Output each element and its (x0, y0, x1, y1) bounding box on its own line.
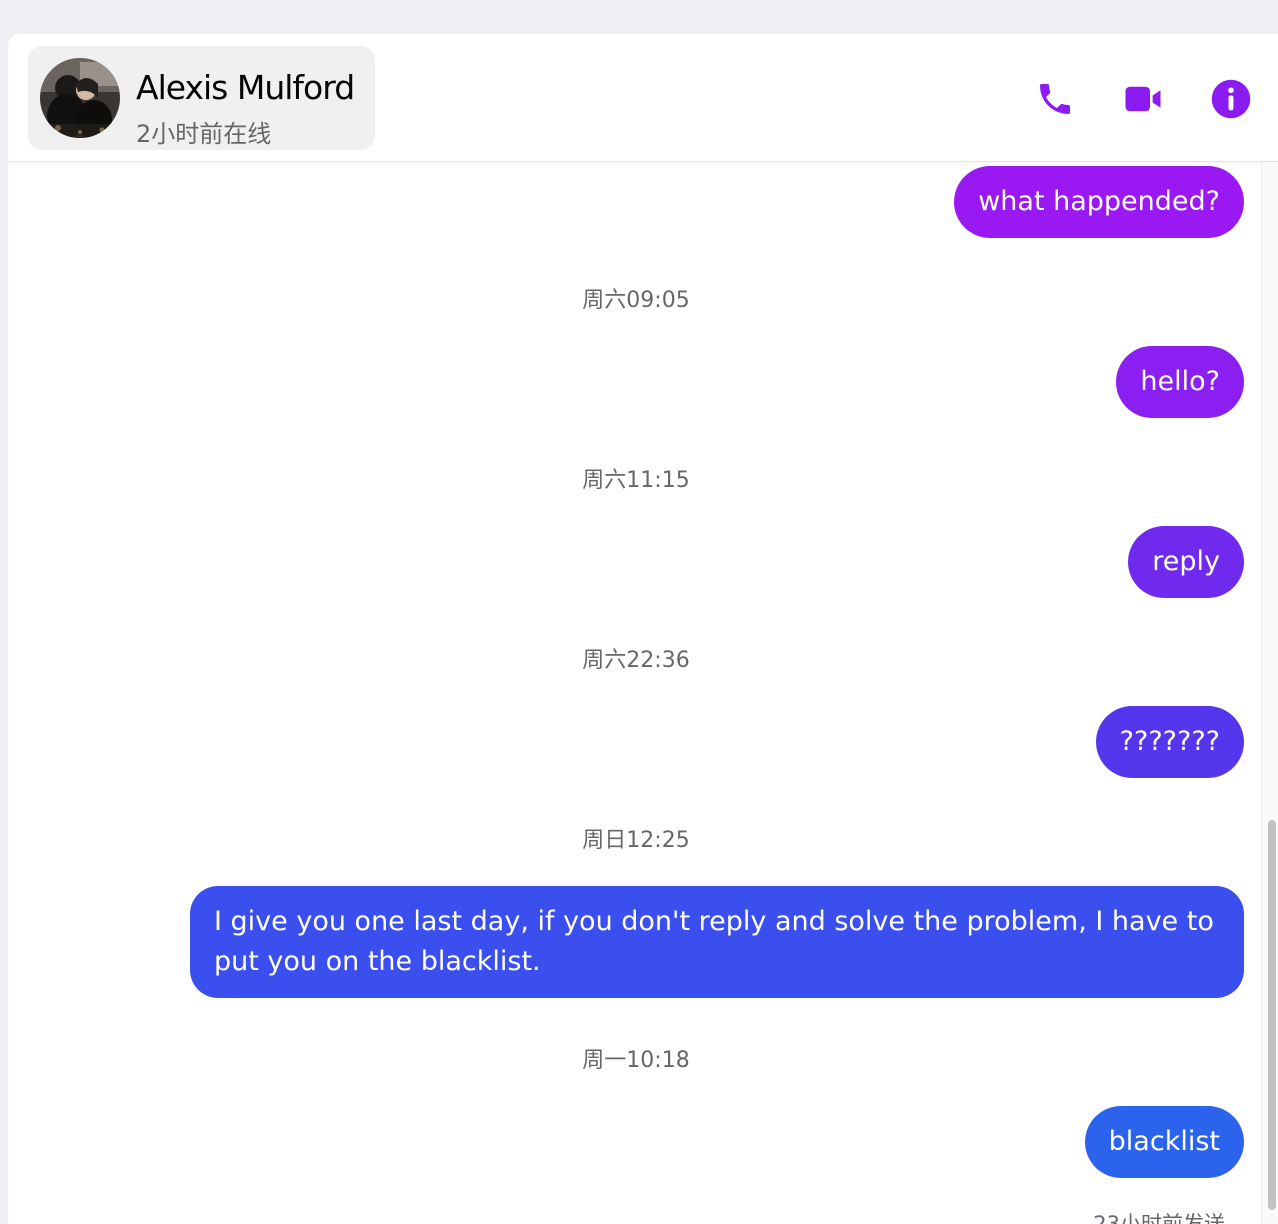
video-call-button[interactable] (1121, 77, 1165, 121)
timestamp: 周日12:25 (582, 828, 690, 853)
message-bubble[interactable]: reply (1128, 526, 1244, 598)
timestamp: 周六22:36 (582, 648, 690, 673)
message-bubble[interactable]: I give you one last day, if you don't re… (190, 886, 1244, 998)
video-camera-icon (1125, 86, 1161, 112)
contact-card[interactable]: Alexis Mulford 2小时前在线 (28, 46, 375, 150)
contact-status: 2小时前在线 (136, 120, 272, 148)
scrollbar[interactable] (1261, 162, 1278, 1224)
timestamp: 周六09:05 (582, 288, 690, 313)
call-button[interactable] (1033, 77, 1077, 121)
scrollbar-thumb[interactable] (1268, 820, 1276, 1210)
chat-header: Alexis Mulford 2小时前在线 (8, 34, 1278, 162)
info-icon (1211, 79, 1251, 119)
timestamp: 周六11:15 (582, 468, 690, 493)
info-button[interactable] (1209, 77, 1253, 121)
sent-status: 23小时前发送 (1093, 1212, 1225, 1224)
contact-name: Alexis Mulford (136, 68, 355, 107)
phone-icon (1040, 84, 1070, 114)
message-bubble[interactable]: what happended? (954, 166, 1244, 238)
avatar-photo (40, 58, 120, 138)
timestamp: 周一10:18 (582, 1048, 690, 1073)
message-list[interactable]: what happended? 周六09:05 hello? 周六11:15 r… (8, 162, 1261, 1224)
avatar[interactable] (40, 58, 120, 138)
chat-window: Alexis Mulford 2小时前在线 what happended? 周六… (8, 34, 1278, 1224)
message-bubble[interactable]: blacklist (1084, 1106, 1244, 1178)
message-bubble[interactable]: hello? (1116, 346, 1244, 418)
message-bubble[interactable]: ??????? (1095, 706, 1244, 778)
